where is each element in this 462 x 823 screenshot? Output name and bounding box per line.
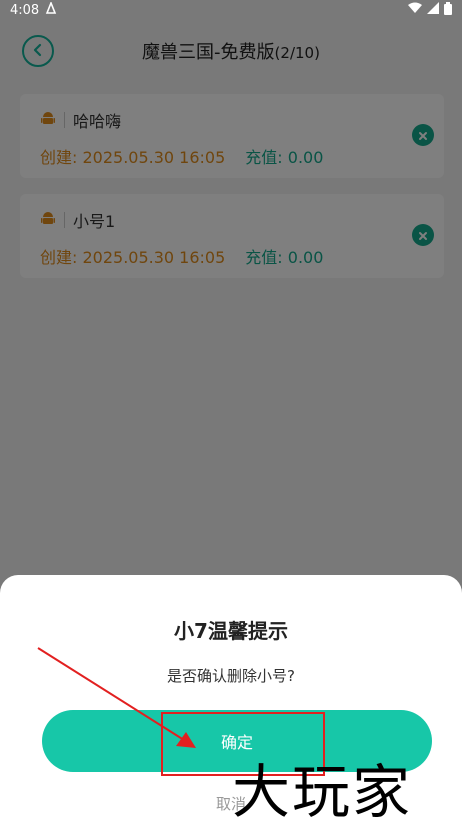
status-time: 4:08	[10, 2, 40, 18]
annotation-arrow	[37, 647, 196, 748]
battery-icon	[444, 1, 452, 19]
status-right	[408, 1, 452, 19]
status-left: 4:08	[10, 0, 57, 18]
status-bar: 4:08	[0, 0, 462, 20]
signal-icon	[427, 2, 439, 18]
notification-icon	[45, 0, 57, 18]
wifi-icon	[408, 2, 422, 18]
watermark-text: 大玩家	[232, 758, 413, 823]
